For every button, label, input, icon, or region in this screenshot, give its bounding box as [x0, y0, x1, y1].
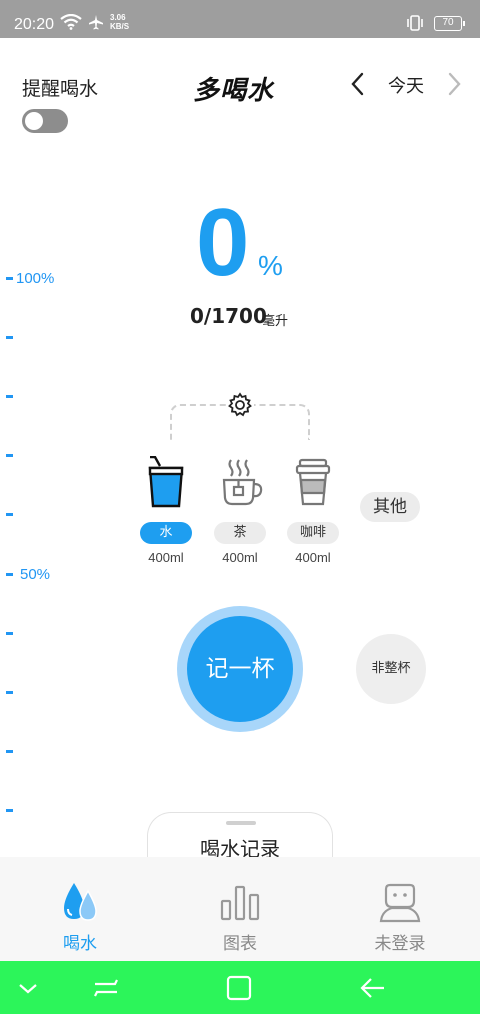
chevron-down-icon[interactable]: [13, 973, 43, 1003]
nav-item-chart[interactable]: 图表: [160, 857, 320, 961]
scale-tick: [6, 336, 13, 339]
toggle-knob: [25, 112, 43, 130]
user-icon: [379, 883, 421, 923]
chevron-right-icon[interactable]: [442, 70, 466, 98]
status-icons: 3.06 KB/S: [60, 13, 129, 31]
scale-tick: [6, 809, 13, 812]
status-right: 70: [406, 15, 465, 31]
app-title: 多喝水: [193, 76, 275, 106]
scale-tick: [6, 691, 13, 694]
net-speed-value: 3.06: [110, 13, 126, 22]
drink-chip-water: 水: [140, 522, 192, 544]
drink-volume-water: 400ml: [148, 550, 184, 565]
scale-label-100: 100%: [16, 270, 55, 287]
vibrate-icon: [407, 15, 423, 31]
gear-icon[interactable]: [226, 391, 254, 419]
scale-tick: [6, 395, 13, 398]
percent-value: 0: [196, 189, 250, 296]
drink-chip-coffee: 咖啡: [287, 522, 339, 544]
status-time: 20:20: [14, 16, 55, 33]
water-drops-icon: [64, 883, 97, 921]
bottom-nav: 喝水 图表 未登录: [0, 857, 480, 961]
nav-label-chart: 图表: [223, 934, 257, 954]
scale-tick: [6, 454, 13, 457]
system-nav-bar: [0, 961, 480, 1014]
recent-apps-icon[interactable]: [91, 973, 121, 1003]
drink-option-water[interactable]: 水 400ml: [131, 455, 201, 565]
record-cup-label: 记一杯: [187, 616, 293, 722]
drawer-handle[interactable]: [226, 821, 256, 825]
back-icon[interactable]: [357, 973, 387, 1003]
nav-label-account: 未登录: [374, 934, 426, 954]
date-label: 今天: [388, 76, 424, 97]
scale-label-50: 50%: [20, 566, 51, 583]
scale-tick: [6, 750, 13, 753]
battery-indicator: 70: [434, 15, 465, 31]
drink-option-tea[interactable]: 茶 400ml: [205, 456, 275, 565]
scale-tick: [6, 277, 13, 280]
scale-tick: [6, 573, 13, 576]
drink-volume-coffee: 400ml: [295, 550, 331, 565]
bar-chart-icon: [220, 885, 260, 921]
net-speed: 3.06 KB/S: [110, 13, 129, 31]
drink-option-coffee[interactable]: 咖啡 400ml: [278, 456, 348, 565]
record-cup-button[interactable]: 记一杯: [177, 606, 303, 732]
nav-label-drink: 喝水: [63, 934, 97, 954]
partial-cup-button[interactable]: 非整杯: [356, 634, 426, 704]
chevron-left-icon[interactable]: [346, 70, 370, 98]
nav-item-account[interactable]: 未登录: [320, 857, 480, 961]
reminder-label: 提醒喝水: [22, 78, 99, 100]
status-bar: 20:20 3.06 KB/S 70: [0, 0, 480, 38]
tea-cup-icon: [222, 459, 263, 506]
net-speed-unit: KB/S: [110, 22, 130, 31]
home-icon[interactable]: [224, 973, 254, 1003]
nav-item-drink[interactable]: 喝水: [0, 857, 160, 961]
other-drink-button[interactable]: 其他: [360, 492, 420, 522]
wifi-icon: [60, 14, 82, 30]
percent-sign: %: [258, 250, 283, 281]
amount-consumed: 0/1700: [190, 304, 267, 328]
coffee-cup-icon: [295, 458, 331, 506]
progress-scale: 100% 50%: [0, 270, 80, 830]
scale-tick: [6, 513, 13, 516]
scale-tick: [6, 632, 13, 635]
drink-volume-tea: 400ml: [222, 550, 258, 565]
reminder-toggle[interactable]: [22, 109, 68, 133]
water-glass-icon: [148, 455, 184, 508]
airplane-icon: [89, 15, 103, 30]
drink-chip-tea: 茶: [214, 522, 266, 544]
amount-unit: 毫升: [262, 314, 289, 329]
